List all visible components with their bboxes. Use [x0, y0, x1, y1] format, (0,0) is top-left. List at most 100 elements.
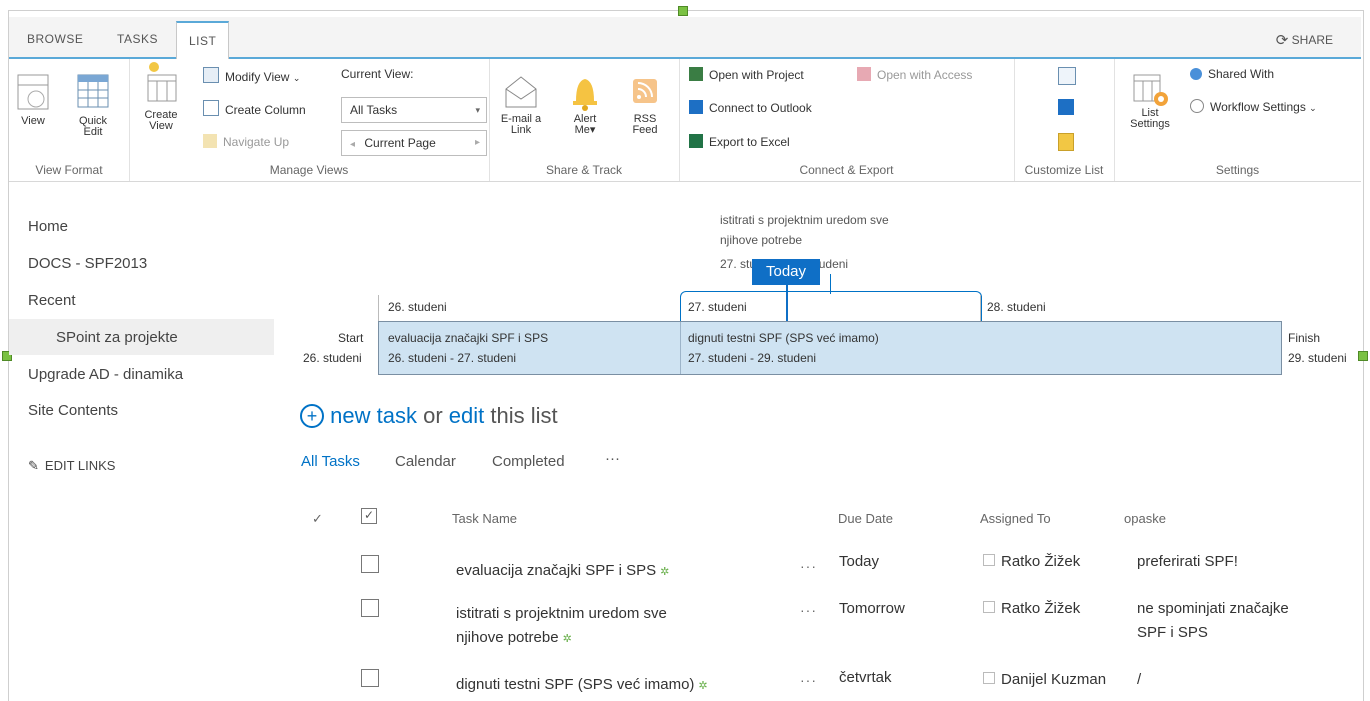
quick-edit-button[interactable]: Quick Edit [71, 73, 115, 138]
email-link-button[interactable]: E-mail a Link [499, 73, 543, 136]
next-page-icon[interactable]: ▸ [475, 131, 480, 155]
more-views-ellipsis[interactable]: ··· [605, 450, 620, 467]
view-button[interactable]: View [13, 73, 53, 127]
customize-form-icon[interactable] [1058, 99, 1074, 115]
nav-item-spoint-selected[interactable]: SPoint za projekte [9, 319, 274, 355]
dropdown-arrow-icon: ▾ [475, 105, 480, 115]
view-calendar[interactable]: Calendar [395, 453, 456, 470]
tab-tasks[interactable]: TASKS [105, 21, 170, 57]
nav-item-site-contents[interactable]: Site Contents [28, 402, 118, 419]
timeline-finish-label: Finish [1288, 331, 1321, 345]
row-checkbox[interactable] [361, 599, 379, 617]
group-manage-views: Create View Modify View ⌄ Create Column … [129, 59, 490, 181]
nav-item-docs[interactable]: DOCS - SPF2013 [28, 255, 147, 272]
chevron-down-icon: ⌄ [292, 73, 301, 83]
select-all-checkbox[interactable]: ✓ [361, 508, 377, 524]
opaske-cell: ne spominjati značajke [1137, 600, 1289, 617]
task-name-cell[interactable]: evaluacija značajki SPF i SPS ✲ [456, 562, 669, 579]
tab-list[interactable]: LIST [176, 21, 230, 59]
nav-item-recent[interactable]: Recent [28, 292, 76, 309]
view-icon [17, 74, 49, 110]
edit-links-button[interactable]: ✎ EDIT LINKS [28, 458, 115, 474]
current-page-pager[interactable]: ◂ Current Page ▸ [341, 130, 487, 156]
rss-feed-button[interactable]: RSS Feed [625, 73, 665, 136]
assigned-to-cell[interactable]: Danijel Kuzman [983, 671, 1106, 688]
new-task-link[interactable]: new task [330, 403, 417, 428]
header-completed-check[interactable]: ✓ [312, 511, 323, 527]
share-icon: ⟳ [1275, 32, 1289, 49]
current-view-select[interactable]: All Tasks ▾ [341, 97, 487, 123]
view-all-tasks[interactable]: All Tasks [301, 453, 360, 470]
plus-circle-icon[interactable]: + [300, 404, 324, 428]
export-to-excel-button[interactable]: Export to Excel [689, 134, 790, 149]
resize-handle-right[interactable] [1358, 351, 1368, 361]
assigned-to-cell[interactable]: Ratko Žižek [983, 553, 1080, 570]
header-assigned-to[interactable]: Assigned To [980, 511, 1051, 526]
open-with-project-button[interactable]: Open with Project [689, 67, 804, 82]
group-share-track: E-mail a Link Alert Me▾ RSS Feed Share &… [489, 59, 680, 181]
alert-label-2: Me▾ [574, 124, 596, 136]
open-project-label: Open with Project [709, 68, 804, 82]
view-completed[interactable]: Completed [492, 453, 565, 470]
row-checkbox[interactable] [361, 555, 379, 573]
create-column-button[interactable]: Create Column [203, 100, 306, 117]
rss-label-2: Feed [632, 124, 658, 136]
task-name-cell-line2[interactable]: njihove potrebe ✲ [456, 629, 572, 646]
assigned-to-cell[interactable]: Ratko Žižek [983, 600, 1080, 617]
group-settings: List Settings Shared With Workflow Setti… [1114, 59, 1361, 181]
workflow-icon [1190, 99, 1204, 113]
modify-view-button[interactable]: Modify View ⌄ [203, 67, 300, 84]
shared-with-button[interactable]: Shared With [1190, 67, 1274, 81]
group-customize-list: Customize List [1014, 59, 1115, 181]
rss-icon [633, 79, 657, 103]
new-item-icon: ✲ [660, 566, 670, 578]
create-view-button[interactable]: Create View [139, 59, 183, 132]
edit-list-icon[interactable] [1058, 67, 1076, 85]
create-view-label-2: View [149, 120, 173, 132]
group-label-connect-export: Connect & Export [799, 163, 894, 177]
timeline-task2-name[interactable]: dignuti testni SPF (SPS već imamo) [688, 331, 879, 345]
nav-item-home[interactable]: Home [28, 218, 68, 235]
task-name-cell[interactable]: istitrati s projektnim uredom sve [456, 605, 667, 622]
workflow-settings-button[interactable]: Workflow Settings ⌄ [1190, 99, 1317, 114]
timeline-task1-name[interactable]: evaluacija značajki SPF i SPS [388, 331, 548, 345]
timeline-tick-26: 26. studeni [388, 300, 447, 314]
edit-list-link[interactable]: edit [449, 403, 484, 428]
opaske-cell: / [1137, 671, 1142, 688]
task-name-cell[interactable]: dignuti testni SPF (SPS već imamo) ✲ [456, 676, 708, 693]
outlook-icon [689, 100, 703, 114]
list-settings-label-2: Settings [1130, 118, 1170, 130]
nav-item-upgrade-ad[interactable]: Upgrade AD - dinamika [28, 366, 183, 383]
group-label-manage-views: Manage Views [269, 163, 349, 177]
tab-browse[interactable]: BROWSE [15, 21, 95, 57]
header-task-name[interactable]: Task Name [452, 511, 517, 526]
presence-icon [983, 601, 995, 613]
edit-library-icon[interactable] [1058, 133, 1074, 151]
due-date-cell: Tomorrow [839, 600, 905, 617]
timeline-start-label: Start [338, 331, 364, 345]
timeline-bar [378, 321, 1282, 375]
row-menu-ellipsis[interactable]: ··· [800, 602, 817, 618]
list-settings-button[interactable]: List Settings [1126, 69, 1174, 130]
workflow-settings-label: Workflow Settings [1210, 100, 1306, 114]
presence-icon [983, 672, 995, 684]
quick-edit-icon [77, 74, 109, 108]
header-due-date[interactable]: Due Date [838, 511, 893, 526]
group-label-view-format: View Format [35, 163, 103, 177]
alert-me-button[interactable]: Alert Me▾ [563, 73, 607, 136]
excel-icon [689, 134, 703, 148]
view-label: View [21, 115, 45, 127]
row-menu-ellipsis[interactable]: ··· [800, 672, 817, 688]
connect-to-outlook-button[interactable]: Connect to Outlook [689, 100, 812, 115]
row-checkbox[interactable] [361, 669, 379, 687]
open-with-access-button[interactable]: Open with Access [857, 67, 972, 82]
header-opaske[interactable]: opaske [1124, 511, 1166, 526]
timeline-start-date: 26. studeni [303, 351, 362, 365]
tick-line [378, 295, 379, 321]
share-button[interactable]: ⟳ SHARE [1276, 31, 1333, 49]
row-menu-ellipsis[interactable]: ··· [800, 558, 817, 574]
current-view-label: Current View: [341, 67, 414, 81]
prev-page-icon[interactable]: ◂ [350, 139, 355, 150]
resize-handle-top[interactable] [678, 6, 688, 16]
navigate-up-button[interactable]: Navigate Up [203, 134, 289, 149]
